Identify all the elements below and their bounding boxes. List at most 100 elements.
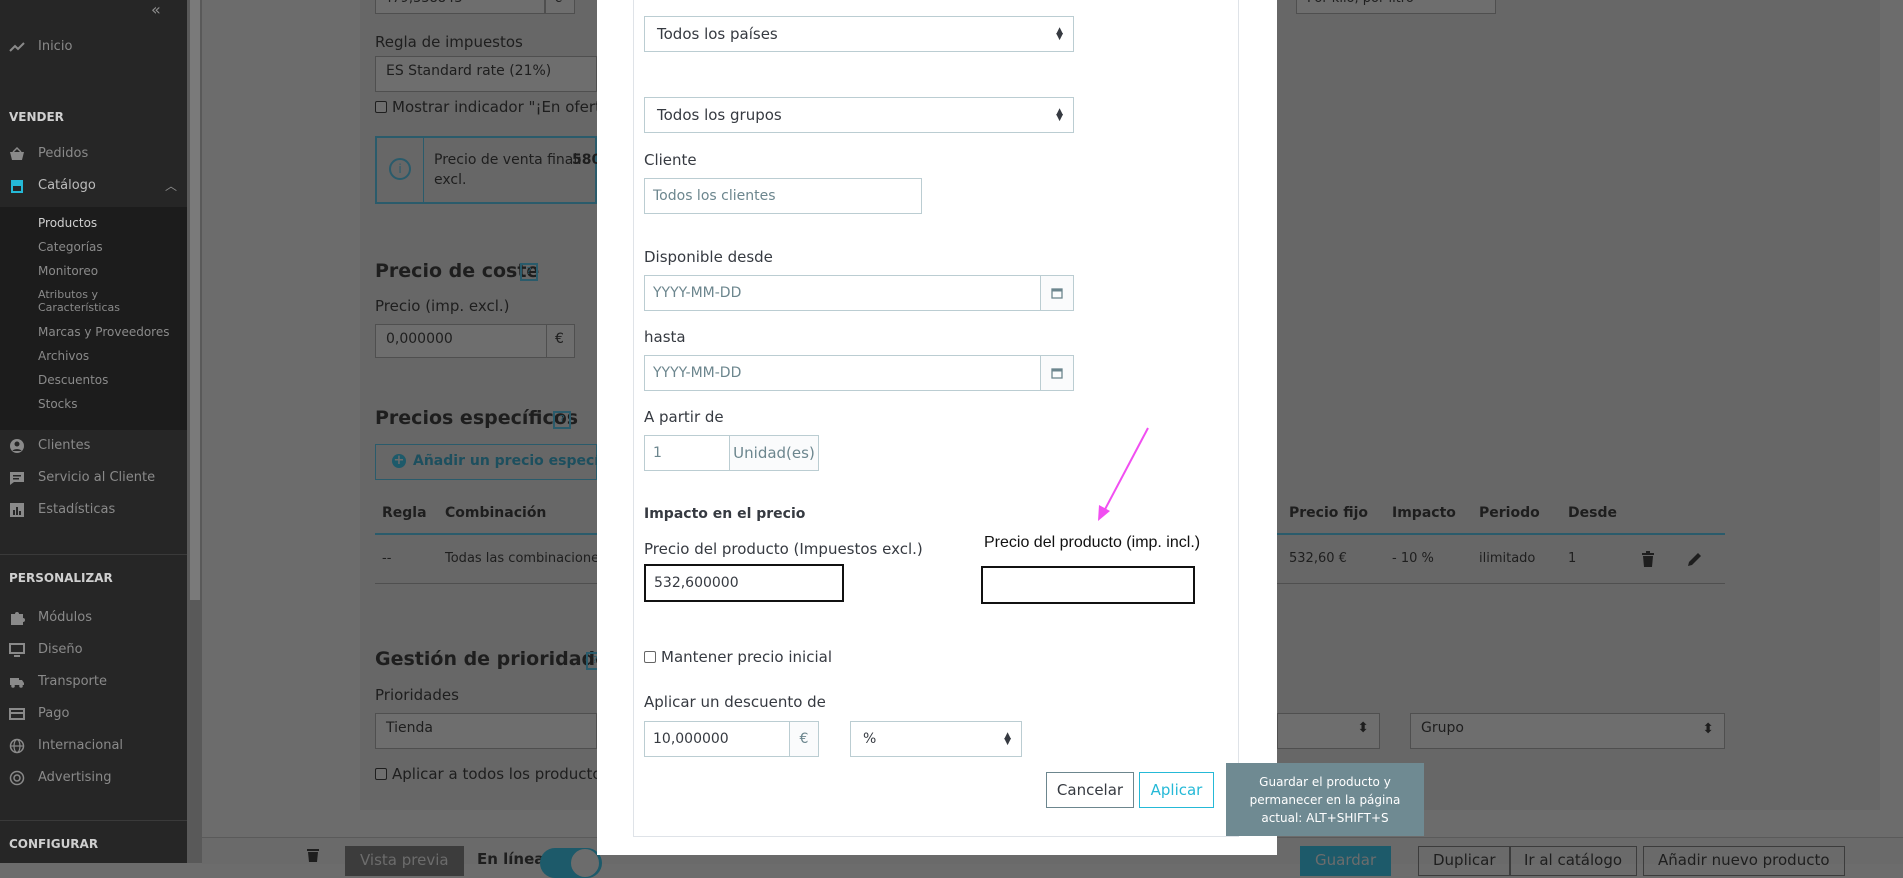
cost-price-input[interactable]: 0,000000: [375, 324, 547, 358]
sidebar-item-payment[interactable]: Pago: [0, 703, 187, 727]
monitor-icon: [9, 642, 25, 658]
submenu-item-brands[interactable]: Marcas y Proveedores: [38, 325, 169, 339]
sidebar-item-shipping[interactable]: Transporte: [0, 671, 187, 695]
keep-initial-price-checkbox[interactable]: [644, 651, 656, 663]
online-toggle[interactable]: [540, 848, 602, 878]
sidebar-item-label: Diseño: [38, 642, 83, 657]
submenu-item-categories[interactable]: Categorías: [38, 240, 103, 254]
sidebar-item-customer-service[interactable]: Servicio al Cliente: [0, 467, 187, 491]
priority-select-4-value: Grupo: [1421, 720, 1464, 736]
go-to-catalog-button[interactable]: Ir al catálogo: [1509, 846, 1638, 876]
final-price-text: Precio de venta final:: [434, 152, 582, 168]
discount-type-value: %: [863, 731, 877, 747]
sidebar-item-design[interactable]: Diseño: [0, 639, 187, 663]
help-icon[interactable]: ?: [520, 263, 538, 281]
sidebar-item-home[interactable]: Inicio: [0, 36, 187, 60]
tooltip-line: Guardar el producto y: [1259, 775, 1391, 789]
save-button[interactable]: Guardar: [1300, 846, 1392, 876]
online-label: En línea: [477, 850, 545, 868]
collapse-sidebar-icon[interactable]: «: [151, 0, 161, 19]
sidebar-item-advertising[interactable]: Advertising: [0, 767, 187, 791]
price-excl-input[interactable]: 532,600000: [644, 564, 844, 602]
available-from-input[interactable]: YYYY-MM-DD: [644, 275, 1041, 311]
apply-button[interactable]: Aplicar: [1139, 772, 1214, 808]
cell-combination: Todas las combinaciones: [445, 551, 606, 566]
price-incl-input[interactable]: [981, 566, 1195, 604]
starting-at-value: 1: [653, 445, 662, 461]
sidebar-item-international[interactable]: Internacional: [0, 735, 187, 759]
cell-impact: - 10 %: [1392, 551, 1434, 566]
submenu-item-discounts[interactable]: Descuentos: [38, 373, 108, 387]
discount-value: 10,000000: [653, 731, 729, 747]
priority-select-1[interactable]: Tienda: [375, 713, 597, 749]
customer-placeholder: Todos los clientes: [653, 188, 776, 204]
price-excl-value: 532,600000: [654, 575, 739, 591]
sidebar-item-label: Módulos: [38, 610, 92, 625]
discount-type-select[interactable]: % ▲ ▼: [850, 721, 1022, 757]
trash-icon[interactable]: [306, 846, 320, 866]
discount-input[interactable]: 10,000000: [644, 721, 790, 757]
calendar-icon[interactable]: [1040, 275, 1074, 311]
starting-at-label: A partir de: [644, 408, 724, 426]
sidebar-item-orders[interactable]: Pedidos: [0, 143, 187, 167]
country-select[interactable]: Todos los países ▲ ▼: [644, 16, 1074, 52]
cost-price-addon: €: [546, 324, 575, 358]
credit-card-icon: [9, 706, 25, 722]
sidebar-item-customers[interactable]: Clientes: [0, 435, 187, 459]
calendar-icon[interactable]: [1040, 355, 1074, 391]
trash-icon[interactable]: [1640, 550, 1656, 572]
cancel-button[interactable]: Cancelar: [1046, 772, 1134, 808]
sidebar-item-label: Servicio al Cliente: [38, 470, 156, 485]
col-rule: Regla: [382, 505, 427, 521]
bar-chart-icon: [9, 502, 25, 518]
plus-circle-icon: +: [392, 453, 406, 468]
submenu-item-attributes[interactable]: Atributos y: [38, 288, 98, 301]
add-new-product-button[interactable]: Añadir nuevo producto: [1643, 846, 1845, 876]
preview-button[interactable]: Vista previa: [345, 846, 464, 876]
submenu-item-monitoring[interactable]: Monitoreo: [38, 264, 98, 278]
customer-input[interactable]: Todos los clientes: [644, 178, 922, 214]
keep-initial-price-label: Mantener precio inicial: [661, 648, 832, 666]
specific-prices-title: Precios específicos: [375, 407, 579, 429]
add-specific-price-label: Añadir un precio específico: [413, 453, 628, 469]
price-input[interactable]: 479,338843: [375, 0, 545, 14]
edit-icon[interactable]: [1686, 550, 1704, 572]
group-select[interactable]: Todos los grupos ▲ ▼: [644, 97, 1074, 133]
add-specific-price-button[interactable]: + Añadir un precio específico: [375, 444, 627, 480]
chat-icon: [9, 470, 25, 486]
sidebar-scrollbar-thumb[interactable]: [190, 0, 200, 600]
available-to-input[interactable]: YYYY-MM-DD: [644, 355, 1041, 391]
truck-icon: [9, 674, 25, 690]
sidebar-item-label: Estadísticas: [38, 502, 116, 517]
starting-at-input[interactable]: 1: [644, 435, 730, 471]
sidebar-item-catalog[interactable]: Catálogo ︿: [0, 175, 187, 199]
tooltip-line: permanecer en la página: [1249, 793, 1401, 807]
priority-select-4[interactable]: Grupo ⬍: [1410, 713, 1725, 749]
duplicate-button[interactable]: Duplicar: [1418, 846, 1511, 876]
cell-fixed-price: 532,60 €: [1289, 551, 1347, 566]
cell-from: 1: [1568, 551, 1577, 566]
sidebar-item-label: Catálogo: [38, 178, 96, 193]
unit-input[interactable]: Por kilo, por litro: [1296, 0, 1496, 14]
submenu-item-stocks[interactable]: Stocks: [38, 397, 77, 411]
select-arrows-icon: ▲ ▼: [1056, 107, 1063, 123]
on-sale-checkbox[interactable]: [375, 101, 387, 113]
submenu-item-features[interactable]: Características: [38, 301, 120, 314]
basket-icon: [9, 146, 25, 162]
tax-rule-select[interactable]: ES Standard rate (21%): [375, 56, 597, 92]
price-addon: €: [545, 0, 575, 14]
cost-price-title: Precio de coste: [375, 260, 540, 282]
sidebar-item-modules[interactable]: Módulos: [0, 607, 187, 631]
sidebar-section-sell: VENDER: [9, 110, 64, 124]
store-icon: [9, 178, 25, 194]
submenu-item-files[interactable]: Archivos: [38, 349, 89, 363]
help-icon[interactable]: ?: [553, 411, 571, 429]
submenu-item-products[interactable]: Productos: [38, 216, 97, 230]
sidebar-item-label: Internacional: [38, 738, 124, 753]
final-price-alert: i Precio de venta final: 580 excl.: [375, 136, 601, 204]
apply-all-checkbox[interactable]: [375, 768, 387, 780]
country-select-value: Todos los países: [657, 25, 778, 43]
sidebar-item-stats[interactable]: Estadísticas: [0, 499, 187, 523]
priority-select-3[interactable]: ⬍: [1277, 713, 1380, 749]
cell-rule: --: [382, 551, 392, 566]
